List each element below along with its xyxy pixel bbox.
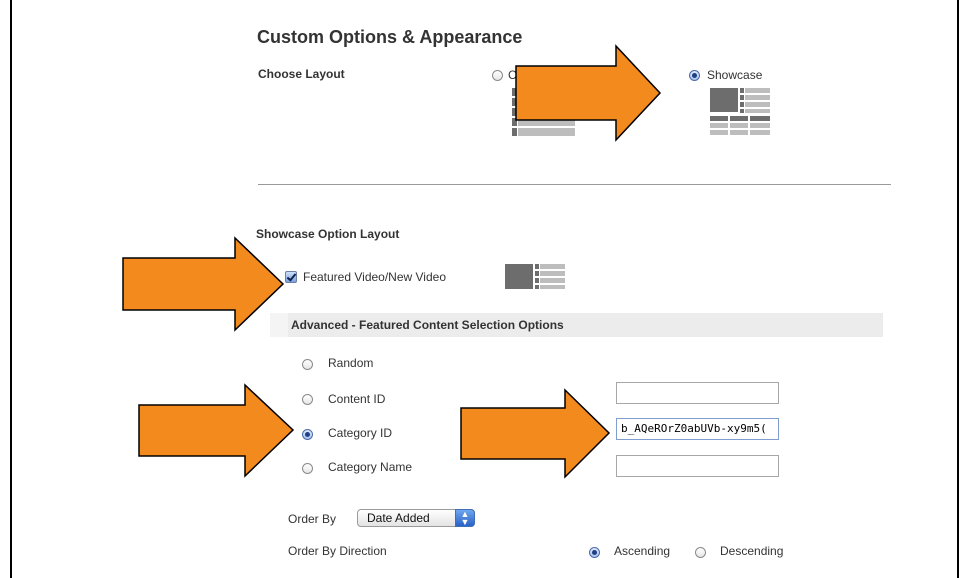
advanced-section-header[interactable]: Advanced - Featured Content Selection Op… [270, 313, 883, 337]
radio-content-id[interactable] [302, 394, 313, 405]
radio-content-id-label: Content ID [328, 392, 386, 406]
layout-radio-list[interactable] [492, 70, 503, 81]
radio-ascending[interactable] [589, 547, 600, 558]
radio-category-id-label: Category ID [328, 426, 393, 440]
radio-random[interactable] [302, 359, 313, 370]
content-id-input[interactable] [616, 382, 779, 404]
radio-category-name-label: Category Name [328, 460, 413, 474]
layout-radio-showcase[interactable] [689, 70, 700, 81]
category-id-input[interactable]: b_AQeROrZ0abUVb-xy9m5( [616, 418, 779, 440]
order-direction-label: Order By Direction [288, 544, 387, 558]
advanced-section-title: Advanced - Featured Content Selection Op… [291, 318, 564, 332]
category-name-input[interactable] [616, 455, 779, 477]
layout-option-showcase-label: Showcase [707, 68, 763, 82]
choose-layout-label: Choose Layout [258, 67, 345, 81]
order-by-selected-value: Date Added [367, 511, 430, 525]
featured-video-checkbox[interactable] [285, 271, 297, 283]
featured-video-thumbnail-icon [505, 264, 565, 289]
orange-arrow-icon [138, 383, 295, 478]
section-divider [258, 184, 891, 185]
radio-descending-label: Descending [720, 544, 784, 558]
radio-random-label: Random [328, 356, 374, 370]
select-arrows-icon: ▲ ▼ [455, 509, 475, 527]
page-title: Custom Options & Appearance [257, 27, 523, 47]
orange-arrow-icon [460, 388, 611, 479]
orange-arrow-icon [122, 236, 285, 332]
radio-category-id[interactable] [302, 429, 313, 440]
radio-category-name[interactable] [302, 463, 313, 474]
order-by-label: Order By [288, 512, 337, 526]
radio-ascending-label: Ascending [614, 544, 671, 558]
showcase-layout-thumbnail-icon[interactable] [710, 88, 770, 138]
featured-video-label: Featured Video/New Video [303, 270, 446, 284]
order-by-select[interactable]: Date Added ▲ ▼ [357, 509, 475, 527]
orange-arrow-icon [515, 44, 662, 142]
radio-descending[interactable] [695, 547, 706, 558]
